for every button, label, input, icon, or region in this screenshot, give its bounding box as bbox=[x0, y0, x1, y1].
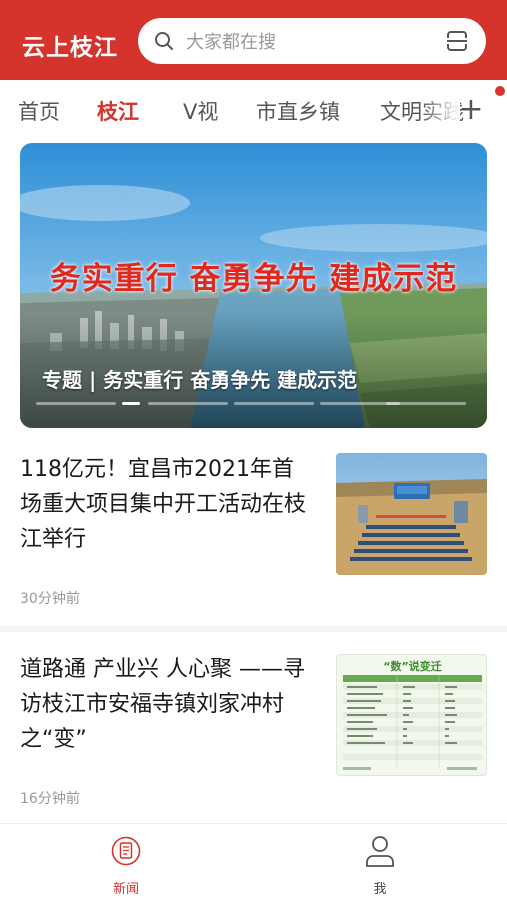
carousel-dot-active[interactable] bbox=[122, 402, 140, 405]
article-item[interactable]: 道路通 产业兴 人心聚 ——寻访枝江市安福寺镇刘家冲村之“变” 16分钟前 “数… bbox=[0, 640, 507, 820]
article-time: 30分钟前 bbox=[20, 591, 80, 607]
divider bbox=[0, 626, 507, 632]
search-input[interactable] bbox=[186, 30, 416, 54]
tab-home[interactable]: 首页 bbox=[18, 96, 60, 126]
article-title: 118亿元！宜昌市2021年首场重大项目集中开工活动在枝江举行 bbox=[20, 457, 307, 552]
data-table-image bbox=[343, 675, 482, 770]
banner-carousel[interactable]: 务实重行 奋勇争先 建成示范 专题 | 务实重行 奋勇争先 建成示范 bbox=[20, 143, 487, 428]
tab-city-towns[interactable]: 市直乡镇 bbox=[256, 96, 340, 126]
bottom-navigation: 新闻 我 bbox=[0, 823, 507, 900]
nav-me[interactable]: 我 bbox=[330, 824, 430, 900]
nav-news-label: 新闻 bbox=[112, 882, 139, 897]
banner-caption: 专题 | 务实重行 奋勇争先 建成示范 bbox=[42, 368, 358, 392]
carousel-dot[interactable] bbox=[148, 402, 228, 405]
top-bar: 云上枝江 bbox=[0, 0, 507, 80]
tab-video[interactable]: V视 bbox=[183, 96, 218, 126]
add-channel-icon[interactable]: + bbox=[458, 95, 484, 126]
banner-headline: 务实重行 奋勇争先 建成示范 bbox=[49, 261, 458, 297]
article-item[interactable]: 118亿元！宜昌市2021年首场重大项目集中开工活动在枝江举行 30分钟前 bbox=[0, 440, 507, 620]
article-thumbnail: “数”说变迁 bbox=[336, 654, 487, 776]
nav-me-label: 我 bbox=[373, 882, 387, 897]
carousel-dot[interactable] bbox=[36, 402, 116, 405]
article-thumbnail bbox=[336, 453, 487, 575]
tab-zhijiang[interactable]: 枝江 bbox=[97, 96, 139, 126]
search-bar[interactable] bbox=[138, 18, 486, 64]
construction-site-image bbox=[336, 453, 487, 575]
scan-icon[interactable] bbox=[446, 30, 468, 52]
user-icon bbox=[366, 836, 394, 867]
article-time: 16分钟前 bbox=[20, 791, 80, 807]
notification-dot bbox=[495, 86, 505, 96]
carousel-dot[interactable] bbox=[234, 402, 314, 405]
app-title: 云上枝江 bbox=[22, 35, 118, 61]
carousel-indicators bbox=[36, 402, 466, 406]
carousel-dot[interactable] bbox=[386, 402, 466, 405]
channel-tabs: 首页 枝江 V视 市直乡镇 文明实践 + bbox=[0, 80, 507, 142]
article-title: 道路通 产业兴 人心聚 ——寻访枝江市安福寺镇刘家冲村之“变” bbox=[20, 657, 305, 752]
news-icon bbox=[111, 836, 141, 866]
search-icon bbox=[155, 32, 173, 50]
tabs-fade bbox=[420, 80, 460, 142]
nav-news[interactable]: 新闻 bbox=[76, 824, 176, 900]
